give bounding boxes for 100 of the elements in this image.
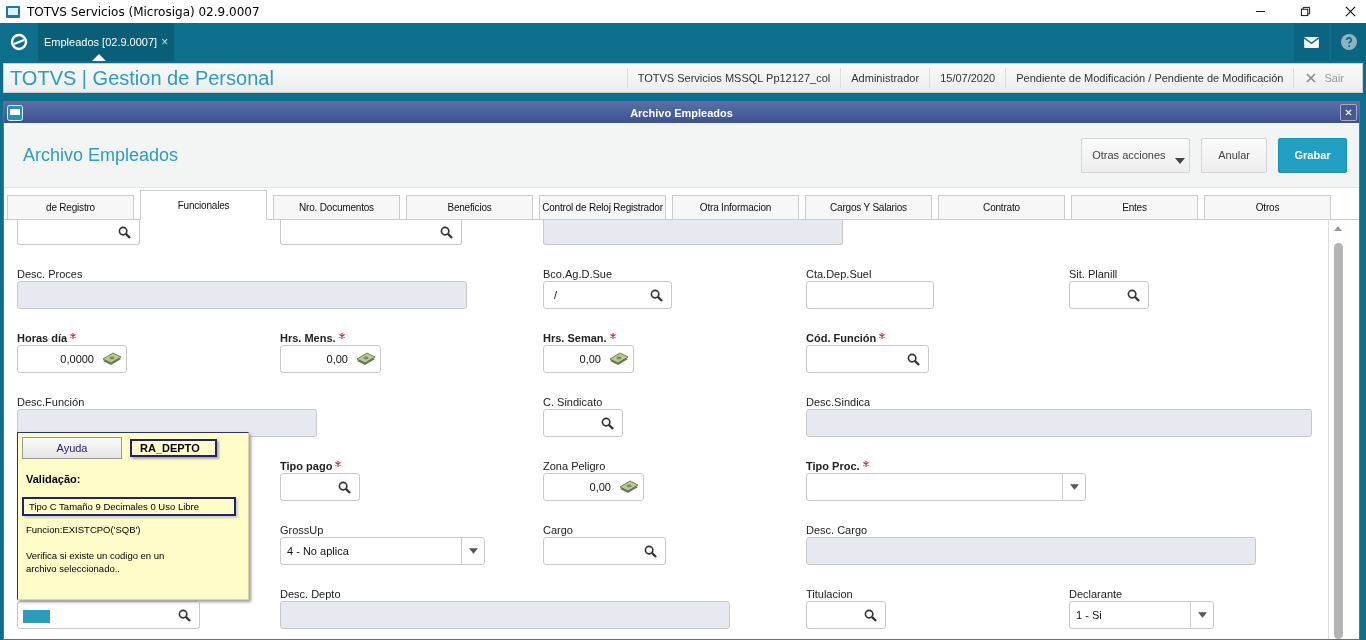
search-icon[interactable] xyxy=(338,480,351,494)
number-field[interactable]: 0,00 xyxy=(543,473,644,501)
mail-button[interactable] xyxy=(1294,23,1329,61)
number-field[interactable]: 0,0000 xyxy=(17,345,127,373)
tab[interactable]: Funcionales xyxy=(140,190,267,220)
scroll-up-icon[interactable] xyxy=(1334,226,1342,231)
field-label: Zona Peligro xyxy=(543,459,606,473)
app-icon xyxy=(5,3,21,20)
tab[interactable]: Nro. Documentos xyxy=(273,195,400,219)
search-icon[interactable] xyxy=(644,544,657,558)
search-icon[interactable] xyxy=(1127,288,1140,302)
tab[interactable]: Beneficios xyxy=(406,195,533,219)
lookup-field[interactable] xyxy=(806,345,929,373)
search-icon[interactable] xyxy=(178,608,191,622)
mail-icon xyxy=(1304,36,1319,48)
action-button[interactable]: Anular xyxy=(1201,137,1267,173)
search-icon[interactable] xyxy=(118,225,131,239)
number-field[interactable]: 0,00 xyxy=(543,345,634,373)
field-label: Declarante xyxy=(1069,587,1123,601)
tab[interactable]: Cargos Y Salarios xyxy=(805,195,932,219)
field-label: Cargo xyxy=(543,523,573,537)
tab-pointer-icon xyxy=(92,54,106,61)
header-info: Pendiente de Modificación / Pendiente de Modificación xyxy=(1005,68,1294,88)
window-title: TOTVS Servicios (Microsiga) 02.9.0007 xyxy=(27,4,260,19)
search-icon[interactable] xyxy=(440,225,453,239)
field-label: Desc. Cargo xyxy=(806,523,868,537)
field-label: Desc. Proces xyxy=(17,267,83,281)
required-asterisk-icon xyxy=(335,461,342,467)
field-label: Tipo pago xyxy=(280,459,333,473)
lookup-field[interactable] xyxy=(17,601,200,629)
tab[interactable]: Contrato xyxy=(938,195,1065,219)
tab-label[interactable]: Empleados [02.9.0007] xyxy=(44,36,158,48)
dropdown-arrow-icon xyxy=(1197,612,1207,618)
field-label: Desc. Depto xyxy=(280,587,341,601)
popup-heading: Validação: xyxy=(26,473,82,485)
dropdown-arrow-icon xyxy=(468,548,478,554)
field-label: Tipo Proc. xyxy=(806,459,860,473)
tab[interactable]: Entes xyxy=(1071,195,1198,219)
close-icon xyxy=(1345,109,1352,116)
close-tab-button[interactable]: × xyxy=(161,35,169,49)
lookup-field[interactable]: / xyxy=(543,281,672,309)
help-button[interactable] xyxy=(1331,23,1366,61)
text-field[interactable] xyxy=(806,281,934,309)
required-asterisk-icon xyxy=(879,333,886,339)
dropdown[interactable]: 4 - No aplica xyxy=(280,537,485,565)
field-label: Horas día xyxy=(17,331,68,345)
search-icon[interactable] xyxy=(650,288,663,302)
lookup-field[interactable] xyxy=(543,537,666,565)
dialog-title: Archivo Empleados xyxy=(630,106,733,119)
app-title: TOTVS | Gestion de Personal xyxy=(10,66,274,90)
dialog-close-button[interactable] xyxy=(1340,104,1357,121)
lookup-field[interactable] xyxy=(280,220,462,245)
lookup-field[interactable] xyxy=(280,473,360,501)
header-info: 15/07/2020 xyxy=(929,68,1006,88)
tab[interactable]: Otra Informacion xyxy=(672,195,799,219)
help-button[interactable]: Ayuda xyxy=(22,437,122,459)
field-label: Desc.Sindica xyxy=(806,395,871,409)
tab[interactable]: Control de Reloj Registrador xyxy=(539,195,666,219)
lookup-field[interactable] xyxy=(543,409,623,437)
page-heading: Archivo Empleados xyxy=(23,144,179,166)
field-label: Hrs. Seman. xyxy=(543,331,607,345)
field-name: RA_DEPTO xyxy=(130,439,217,457)
logo-icon[interactable] xyxy=(9,32,29,52)
help-description: Verifica si existe un codigo en un archivo seleccionado.. xyxy=(26,549,166,575)
action-button[interactable]: Otras acciones xyxy=(1081,137,1191,173)
required-asterisk-icon xyxy=(609,333,616,339)
field-label: Titulacion xyxy=(806,587,853,601)
field-label: Hrs. Mens. xyxy=(280,331,336,345)
validation-function: Funcion:EXISTCPO('SQB') xyxy=(26,524,142,535)
field-label: GrossUp xyxy=(280,523,324,537)
help-icon xyxy=(1340,34,1357,50)
required-asterisk-icon xyxy=(338,333,345,339)
tab[interactable]: Otros xyxy=(1204,195,1331,219)
money-icon[interactable] xyxy=(102,352,122,366)
money-icon[interactable] xyxy=(619,480,639,494)
dropdown[interactable]: 1 - Si xyxy=(1069,601,1214,629)
required-asterisk-icon xyxy=(862,461,869,467)
scrollbar-thumb[interactable] xyxy=(1333,243,1343,639)
type-info: Tipo C Tamaño 9 Decimales 0 Uso Libre xyxy=(22,497,236,516)
close-icon[interactable] xyxy=(1345,6,1356,17)
lookup-field[interactable] xyxy=(806,601,886,629)
money-icon[interactable] xyxy=(356,352,376,366)
header-info: Administrador xyxy=(840,68,930,88)
tab[interactable]: de Registro xyxy=(7,195,134,219)
app-tab[interactable]: Empleados [02.9.0007] × xyxy=(38,23,175,61)
lookup-field[interactable] xyxy=(1069,281,1149,309)
search-icon[interactable] xyxy=(601,416,614,430)
field-label: Cód. Función xyxy=(806,331,877,345)
field-label: Cta.Dep.Suel xyxy=(806,267,872,281)
dropdown-arrow-icon xyxy=(1069,484,1079,490)
close-icon xyxy=(1306,73,1317,83)
restore-icon[interactable] xyxy=(1300,6,1311,17)
field-label: Desc.Función xyxy=(17,395,85,409)
search-icon[interactable] xyxy=(864,608,877,622)
window-icon xyxy=(7,104,23,121)
field-label: Sit. Planill xyxy=(1069,267,1118,281)
lookup-field[interactable] xyxy=(17,220,140,245)
number-field[interactable]: 0,00 xyxy=(280,345,381,373)
search-icon[interactable] xyxy=(907,352,920,366)
money-icon[interactable] xyxy=(609,352,629,366)
